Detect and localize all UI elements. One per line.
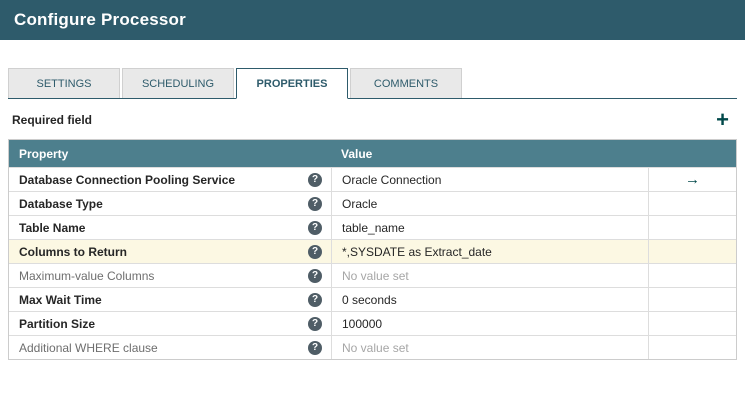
property-name: Partition Size — [19, 317, 95, 331]
table-row: Max Wait Time ? 0 seconds — [9, 287, 736, 311]
property-value-cell[interactable]: 100000 — [331, 312, 648, 335]
table-row: Columns to Return ? *,SYSDATE as Extract… — [9, 239, 736, 263]
help-icon[interactable]: ? — [308, 293, 322, 307]
help-icon[interactable]: ? — [308, 317, 322, 331]
table-row: Additional WHERE clause ? No value set — [9, 335, 736, 359]
property-column-header: Property — [9, 147, 331, 161]
property-name: Columns to Return — [19, 245, 127, 259]
help-icon[interactable]: ? — [308, 269, 322, 283]
property-name: Maximum-value Columns — [19, 269, 154, 283]
properties-table: Property Value Database Connection Pooli… — [8, 139, 737, 360]
tab-comments[interactable]: COMMENTS — [350, 68, 462, 98]
add-property-button[interactable]: + — [712, 109, 733, 131]
property-value: *,SYSDATE as Extract_date — [342, 245, 492, 259]
property-value: Oracle Connection — [342, 173, 441, 187]
property-value: No value set — [342, 269, 409, 283]
table-header-row: Property Value — [9, 140, 736, 167]
property-value-cell[interactable]: *,SYSDATE as Extract_date — [331, 240, 648, 263]
help-icon[interactable]: ? — [308, 221, 322, 235]
tab-settings[interactable]: SETTINGS — [8, 68, 120, 98]
property-value-cell[interactable]: Oracle — [331, 192, 648, 215]
required-field-label: Required field — [12, 113, 92, 127]
value-column-header: Value — [331, 147, 648, 161]
table-row: Database Type ? Oracle — [9, 191, 736, 215]
property-value: 0 seconds — [342, 293, 397, 307]
property-value-cell[interactable]: table_name — [331, 216, 648, 239]
property-name: Database Connection Pooling Service — [19, 173, 235, 187]
table-row: Database Connection Pooling Service ? Or… — [9, 167, 736, 191]
property-value-cell[interactable]: Oracle Connection — [331, 168, 648, 191]
property-value: 100000 — [342, 317, 382, 331]
dialog-header: Configure Processor — [0, 0, 745, 40]
property-value-cell[interactable]: 0 seconds — [331, 288, 648, 311]
property-value-cell[interactable]: No value set — [331, 336, 648, 359]
property-name: Database Type — [19, 197, 103, 211]
property-value: table_name — [342, 221, 405, 235]
table-row: Maximum-value Columns ? No value set — [9, 263, 736, 287]
tab-properties[interactable]: PROPERTIES — [236, 68, 348, 99]
table-row: Partition Size ? 100000 — [9, 311, 736, 335]
configure-processor-dialog: Configure Processor SETTINGS SCHEDULING … — [0, 0, 745, 360]
property-name: Additional WHERE clause — [19, 341, 158, 355]
tab-bar: SETTINGS SCHEDULING PROPERTIES COMMENTS — [8, 68, 737, 99]
help-icon[interactable]: ? — [308, 197, 322, 211]
property-value: No value set — [342, 341, 409, 355]
help-icon[interactable]: ? — [308, 341, 322, 355]
property-name: Max Wait Time — [19, 293, 102, 307]
property-value: Oracle — [342, 197, 377, 211]
help-icon[interactable]: ? — [308, 173, 322, 187]
go-to-service-icon[interactable]: → — [685, 171, 700, 188]
property-value-cell[interactable]: No value set — [331, 264, 648, 287]
help-icon[interactable]: ? — [308, 245, 322, 259]
dialog-title: Configure Processor — [14, 10, 186, 30]
property-name: Table Name — [19, 221, 85, 235]
properties-toolbar: Required field + — [0, 99, 745, 139]
table-row: Table Name ? table_name — [9, 215, 736, 239]
tab-scheduling[interactable]: SCHEDULING — [122, 68, 234, 98]
